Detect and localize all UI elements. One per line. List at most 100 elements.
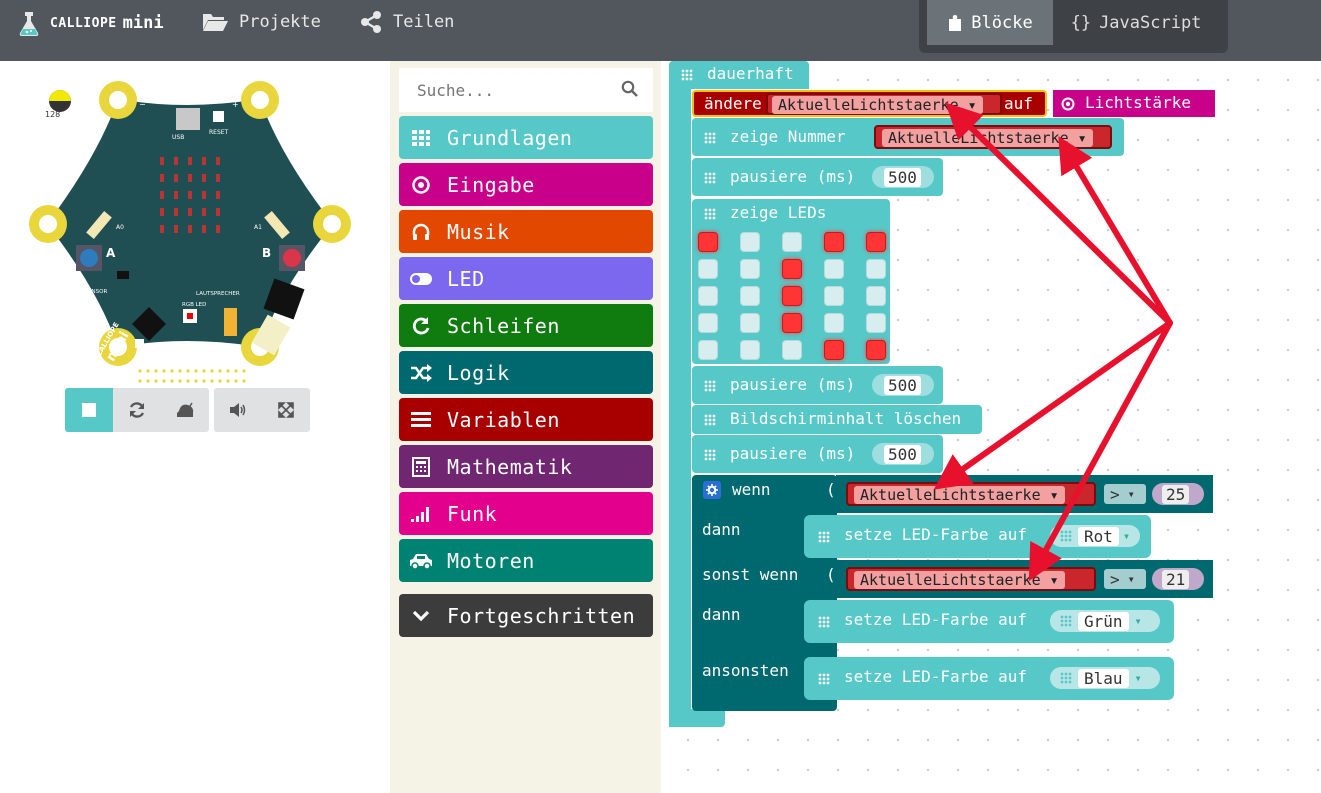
- minus-label: −: [139, 100, 146, 109]
- threshold-field[interactable]: 21: [1152, 568, 1204, 590]
- dropdown-arrow-icon: ▾: [1077, 129, 1087, 147]
- mute-button[interactable]: [214, 388, 262, 432]
- led-cell[interactable]: [740, 313, 760, 333]
- app-logo[interactable]: CALLIOPE mini: [14, 8, 164, 38]
- category-label: Fortgeschritten: [447, 603, 636, 628]
- variable-dropdown[interactable]: AktuelleLichtstaerke ▾: [766, 93, 1002, 115]
- javascript-tab[interactable]: {} JavaScript: [1053, 0, 1219, 45]
- led-cell[interactable]: [740, 232, 760, 252]
- pin2-label: 2: [234, 356, 238, 363]
- pause-block[interactable]: pausiere (ms) 500: [692, 366, 943, 404]
- clear-screen-block[interactable]: Bildschirminhalt löschen: [692, 405, 982, 434]
- led-cell[interactable]: [698, 232, 718, 252]
- led-cell[interactable]: [866, 340, 886, 360]
- pause-block[interactable]: pausiere (ms) 500: [692, 158, 943, 196]
- fullscreen-button[interactable]: [262, 388, 310, 432]
- led-cell[interactable]: [866, 232, 886, 252]
- led-cell[interactable]: [782, 313, 802, 333]
- share-button[interactable]: Teilen: [359, 9, 454, 35]
- calliope-board[interactable]: 128 USB RESET − + A0 A1 A B LAGESENSOR L…: [0, 61, 390, 391]
- show-leds-block[interactable]: zeige LEDs: [692, 199, 890, 364]
- set-led-color-label: setze LED-Farbe auf: [844, 525, 1028, 544]
- led-cell[interactable]: [824, 340, 844, 360]
- then-label: dann: [702, 520, 741, 539]
- category-grundlagen[interactable]: Grundlagen: [399, 116, 653, 159]
- pause-value-field[interactable]: 500: [872, 166, 934, 188]
- calliope-logo-icon: [19, 12, 39, 36]
- blocks-workspace[interactable]: dauerhaft ändere AktuelleLichtstaerke ▾ …: [661, 61, 1321, 793]
- threshold-field[interactable]: 25: [1152, 483, 1204, 505]
- led-cell[interactable]: [866, 286, 886, 306]
- category-funk[interactable]: Funk: [399, 492, 653, 535]
- led-cell[interactable]: [782, 232, 802, 252]
- led-cell[interactable]: [824, 313, 844, 333]
- light-level-indicator[interactable]: 128: [45, 90, 71, 119]
- led-cell[interactable]: [698, 313, 718, 333]
- led-cell[interactable]: [698, 286, 718, 306]
- variable-dropdown[interactable]: AktuelleLichtstaerke ▾: [874, 125, 1112, 149]
- category-logik[interactable]: Logik: [399, 351, 653, 394]
- operator-dropdown[interactable]: > ▾: [1104, 484, 1146, 504]
- loop-icon: [409, 314, 433, 338]
- if-label: wenn: [732, 480, 771, 499]
- category-variablen[interactable]: Variablen: [399, 398, 653, 441]
- category-musik[interactable]: Musik: [399, 210, 653, 253]
- blocks-tab[interactable]: Blöcke: [927, 0, 1053, 45]
- category-mathematik[interactable]: Mathematik: [399, 445, 653, 488]
- plus-label: +: [232, 100, 239, 109]
- led-cell[interactable]: [698, 340, 718, 360]
- led-cell[interactable]: [866, 313, 886, 333]
- color-dropdown[interactable]: Rot ▾: [1050, 525, 1140, 547]
- pause-value-field[interactable]: 500: [872, 443, 934, 465]
- show-number-block[interactable]: zeige Nummer AktuelleLichtstaerke ▾: [692, 118, 1124, 156]
- category-label: Mathematik: [447, 454, 573, 479]
- led-cell[interactable]: [866, 259, 886, 279]
- led-cell[interactable]: [824, 259, 844, 279]
- comparison-block[interactable]: ( AktuelleLichtstaerke ▾ > ▾ 21: [826, 560, 1213, 598]
- pause-value-field[interactable]: 500: [872, 374, 934, 396]
- snail-icon: [177, 402, 194, 417]
- gear-icon[interactable]: [703, 481, 721, 499]
- led-cell[interactable]: [740, 286, 760, 306]
- led-cell[interactable]: [782, 340, 802, 360]
- forever-block[interactable]: dauerhaft: [669, 61, 809, 89]
- projects-button[interactable]: Projekte: [201, 9, 321, 35]
- dropdown-arrow-icon: ▾: [967, 96, 977, 114]
- operator-dropdown[interactable]: > ▾: [1104, 569, 1146, 589]
- basic-grid-icon: [818, 616, 830, 628]
- category-eingabe[interactable]: Eingabe: [399, 163, 653, 206]
- led-grid[interactable]: [698, 232, 888, 362]
- search-icon[interactable]: [621, 80, 639, 98]
- prozessor-label: PROZESSOR: [172, 344, 206, 350]
- category-led[interactable]: LED: [399, 257, 653, 300]
- led-cell[interactable]: [740, 259, 760, 279]
- led-cell[interactable]: [782, 259, 802, 279]
- category-label: Eingabe: [447, 172, 535, 197]
- stop-button[interactable]: [65, 388, 113, 432]
- color-dropdown[interactable]: Blau ▾: [1050, 667, 1160, 689]
- led-cell[interactable]: [782, 286, 802, 306]
- search-input[interactable]: [399, 68, 617, 112]
- comparison-block[interactable]: ( AktuelleLichtstaerke ▾ > ▾ 25: [826, 475, 1213, 513]
- led-cell[interactable]: [824, 286, 844, 306]
- basic-grid-icon: [704, 414, 716, 426]
- color-dropdown[interactable]: Grün ▾: [1050, 610, 1160, 632]
- set-led-color-block[interactable]: setze LED-Farbe auf Blau ▾: [804, 657, 1174, 700]
- category-schleifen[interactable]: Schleifen: [399, 304, 653, 347]
- set-led-color-block[interactable]: setze LED-Farbe auf Rot ▾: [804, 515, 1151, 558]
- led-cell[interactable]: [824, 232, 844, 252]
- led-cell[interactable]: [698, 259, 718, 279]
- variable-dropdown[interactable]: AktuelleLichtstaerke ▾: [846, 567, 1096, 591]
- restart-button[interactable]: [113, 388, 161, 432]
- variable-dropdown[interactable]: AktuelleLichtstaerke ▾: [846, 482, 1096, 506]
- set-led-color-block[interactable]: setze LED-Farbe auf Grün ▾: [804, 600, 1174, 643]
- category-fortgeschritten[interactable]: Fortgeschritten: [399, 594, 653, 637]
- change-variable-block[interactable]: ändere AktuelleLichtstaerke ▾ auf: [692, 90, 1047, 117]
- light-level-block[interactable]: Lichtstärke: [1053, 90, 1215, 117]
- show-number-label: zeige Nummer: [730, 127, 846, 146]
- category-motoren[interactable]: Motoren: [399, 539, 653, 582]
- slow-mode-button[interactable]: [161, 388, 209, 432]
- led-cell[interactable]: [740, 340, 760, 360]
- pause-block[interactable]: pausiere (ms) 500: [692, 435, 943, 473]
- show-leds-label: zeige LEDs: [730, 203, 827, 222]
